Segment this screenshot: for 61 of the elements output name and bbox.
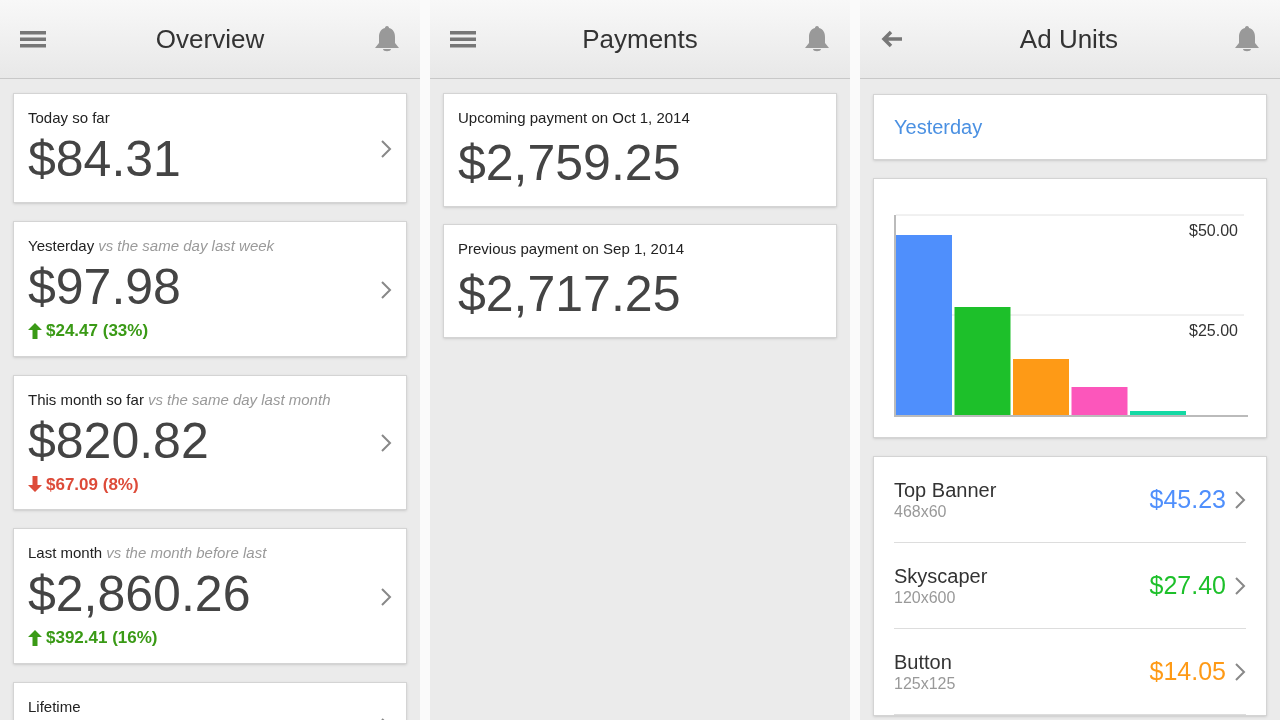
menu-icon[interactable] bbox=[450, 29, 476, 49]
comparison-note: vs the month before last bbox=[106, 543, 267, 563]
earnings-card[interactable]: Today so far $84.31 bbox=[13, 93, 407, 203]
screen-title: Overview bbox=[155, 22, 265, 56]
change-amount: $392.41 (16%) bbox=[46, 627, 158, 649]
chevron-icon bbox=[380, 586, 392, 607]
unit-size: 120x600 bbox=[894, 587, 957, 608]
unit-earnings: $27.40 bbox=[1149, 569, 1226, 601]
chevron-icon bbox=[380, 433, 392, 454]
ad-unit-row[interactable]: Top Banner 468x60 $45.23 bbox=[894, 457, 1246, 543]
payment-amount: $2,717.25 bbox=[458, 265, 682, 324]
back-icon[interactable] bbox=[880, 29, 904, 49]
unit-size: 468x60 bbox=[894, 501, 948, 522]
chevron-icon bbox=[380, 139, 392, 159]
card-label: Today so far bbox=[28, 108, 110, 128]
comparison-note: vs the same day last week bbox=[98, 236, 275, 256]
chevron-icon bbox=[380, 279, 392, 300]
earnings-value: $84.31 bbox=[28, 130, 182, 189]
ad-unit-row[interactable]: Skyscaper 120x600 $27.40 bbox=[894, 543, 1246, 629]
unit-name: Top Banner bbox=[894, 477, 998, 502]
card-label: This month so far bbox=[28, 389, 144, 410]
change-amount: $67.09 (8%) bbox=[46, 473, 139, 496]
up-arrow-icon bbox=[28, 322, 42, 339]
screen-title: Ad Units bbox=[1019, 22, 1119, 56]
chart-bar bbox=[1013, 359, 1069, 415]
comparison-note: vs the same day last month bbox=[147, 389, 331, 410]
chart-bar bbox=[1071, 387, 1128, 415]
card-label: Yesterday bbox=[28, 236, 95, 256]
down-arrow-icon bbox=[28, 476, 42, 493]
unit-name: Button bbox=[894, 649, 953, 674]
payment-amount: $2,759.25 bbox=[458, 134, 682, 193]
axis-label: $50.00 bbox=[1189, 222, 1238, 239]
axis-label: $25.00 bbox=[1189, 322, 1238, 339]
chevron-icon bbox=[1234, 575, 1246, 596]
unit-earnings: $14.05 bbox=[1149, 655, 1226, 687]
ad-unit-row[interactable]: Button 125x125 $14.05 bbox=[894, 629, 1246, 715]
earnings-value: $820.82 bbox=[28, 411, 210, 471]
earnings-card[interactable]: Last month vs the month before last $2,860.26 $392.41 (16%) bbox=[13, 528, 407, 664]
date-range-label: Yesterday bbox=[894, 115, 983, 140]
chevron-icon bbox=[1234, 489, 1246, 510]
earnings-card[interactable]: Yesterday vs the same day last week $97.98 $24.47 (33%) bbox=[13, 221, 407, 357]
chevron-icon bbox=[1234, 661, 1246, 682]
earnings-value: $97.98 bbox=[28, 258, 182, 317]
up-arrow-icon bbox=[28, 629, 42, 646]
payment-label: Previous payment on Sep 1, 2014 bbox=[458, 239, 685, 259]
earnings-value: $2,860.26 bbox=[28, 565, 252, 624]
earnings-card[interactable]: Lifetime bbox=[13, 681, 407, 720]
chart-bar bbox=[1130, 411, 1186, 415]
unit-name: Skyscaper bbox=[894, 563, 989, 588]
payment-label: Upcoming payment on Oct 1, 2014 bbox=[458, 108, 691, 128]
bell-icon[interactable] bbox=[804, 25, 830, 53]
earnings-card[interactable]: This month so far vs the same day last month $820.82 $67.09 (8%) bbox=[13, 374, 407, 510]
bell-icon[interactable] bbox=[374, 25, 400, 53]
unit-earnings: $45.23 bbox=[1149, 483, 1226, 515]
card-label: Lifetime bbox=[28, 696, 81, 717]
screen-title: Payments bbox=[582, 22, 698, 56]
card-label: Last month bbox=[28, 543, 103, 563]
bell-icon[interactable] bbox=[1234, 25, 1260, 53]
unit-size: 125x125 bbox=[894, 673, 957, 694]
menu-icon[interactable] bbox=[20, 29, 46, 49]
change-amount: $24.47 (33%) bbox=[46, 320, 149, 342]
